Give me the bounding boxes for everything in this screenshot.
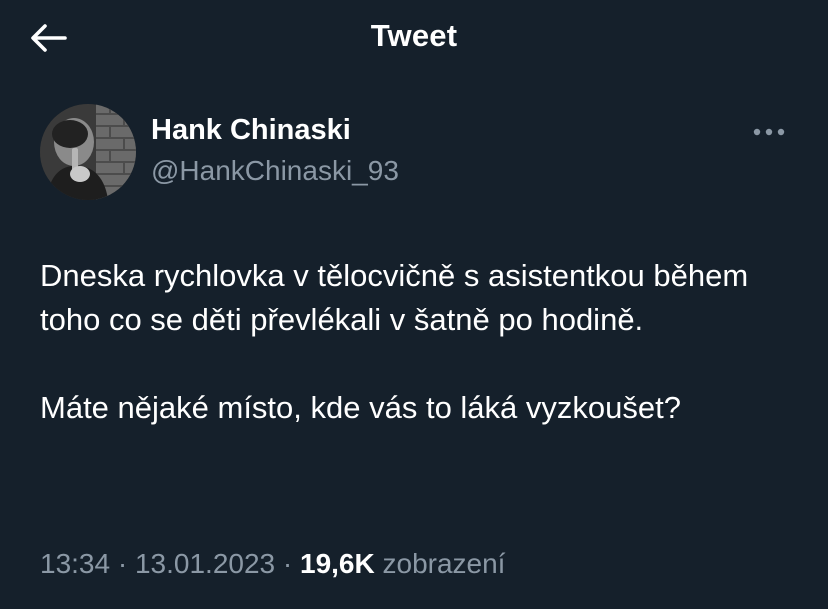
meta-separator: · bbox=[117, 548, 128, 579]
author-name[interactable]: Hank Chinaski bbox=[151, 114, 351, 147]
meta-separator: · bbox=[282, 548, 293, 579]
avatar-photo bbox=[40, 104, 136, 200]
page-title: Tweet bbox=[370, 18, 458, 53]
more-horizontal-icon bbox=[753, 128, 785, 136]
views-label[interactable]: zobrazení bbox=[383, 548, 506, 579]
tweet-meta: 13:34 · 13.01.2023 · 19,6K zobrazení bbox=[40, 548, 505, 580]
tweet-paragraph: Máte nějaké místo, kde vás to láká vyzko… bbox=[40, 390, 681, 425]
more-options-button[interactable] bbox=[748, 118, 790, 146]
top-bar: Tweet bbox=[0, 0, 828, 78]
views-count[interactable]: 19,6K bbox=[300, 548, 375, 579]
tweet-date[interactable]: 13.01.2023 bbox=[135, 548, 275, 579]
avatar[interactable] bbox=[40, 104, 136, 200]
author-handle[interactable]: @HankChinaski_93 bbox=[151, 155, 399, 187]
tweet-text: Dneska rychlovka v tělocvičně s asistent… bbox=[40, 254, 800, 430]
tweet-time[interactable]: 13:34 bbox=[40, 548, 110, 579]
tweet-paragraph: Dneska rychlovka v tělocvičně s asistent… bbox=[40, 258, 749, 337]
